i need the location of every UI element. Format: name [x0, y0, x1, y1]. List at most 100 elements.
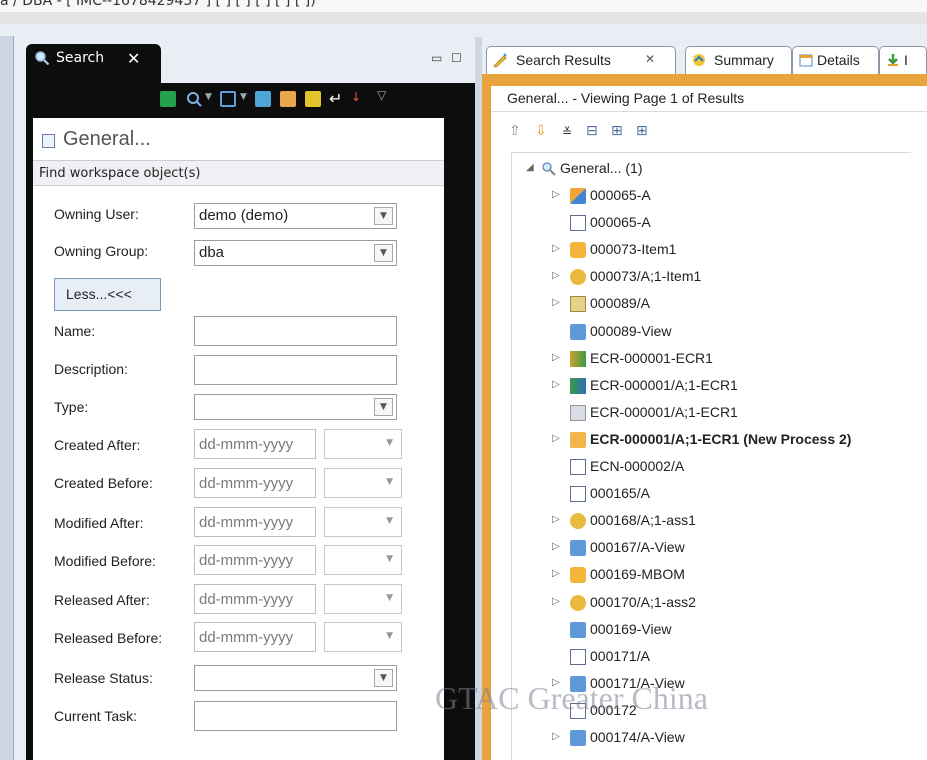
- close-icon[interactable]: ✕: [127, 49, 140, 68]
- refresh-icon[interactable]: [255, 91, 271, 107]
- modified-after-date-field[interactable]: dd-mmm-yyyy: [194, 507, 316, 537]
- modified-before-date-field[interactable]: dd-mmm-yyyy: [194, 545, 316, 575]
- expand-all-icon[interactable]: ⊞: [636, 123, 648, 139]
- view-menu-icon[interactable]: ▽: [377, 88, 386, 102]
- expand-arrow-icon[interactable]: ▷: [552, 677, 560, 688]
- maximize-icon[interactable]: ☐: [451, 51, 462, 65]
- released-before-placeholder: dd-mmm-yyyy: [199, 629, 294, 646]
- released-before-time-combo[interactable]: ▼: [324, 622, 402, 652]
- arrow-up-icon[interactable]: ⇧: [509, 123, 521, 139]
- expand-arrow-icon[interactable]: ▷: [552, 379, 560, 390]
- created-after-time-combo[interactable]: ▼: [324, 429, 402, 459]
- chevron-down-icon[interactable]: ▼: [374, 244, 393, 262]
- tree-item-label: 000073/A;1-Item1: [590, 268, 702, 285]
- chevron-down-icon[interactable]: ▼: [374, 398, 393, 416]
- tree-item[interactable]: ▷ 000171/A-View: [512, 672, 912, 696]
- created-before-time-combo[interactable]: ▼: [324, 468, 402, 498]
- expand-arrow-icon[interactable]: ▷: [552, 596, 560, 607]
- current-task-field[interactable]: [194, 701, 397, 731]
- released-after-time-combo[interactable]: ▼: [324, 584, 402, 614]
- modified-before-time-combo[interactable]: ▼: [324, 545, 402, 575]
- chevron-down-icon[interactable]: ▼: [386, 554, 393, 564]
- tree-item[interactable]: ▷ 000073/A;1-Item1: [512, 265, 912, 289]
- view-icon[interactable]: [220, 91, 236, 107]
- released-before-date-field[interactable]: dd-mmm-yyyy: [194, 622, 316, 652]
- execute-search-icon[interactable]: [160, 91, 176, 107]
- clear-icon[interactable]: [280, 91, 296, 107]
- expand-arrow-icon[interactable]: ▷: [552, 352, 560, 363]
- tree-item[interactable]: ECR-000001/A;1-ECR1: [512, 401, 912, 425]
- expand-arrow-icon[interactable]: ▷: [552, 568, 560, 579]
- tree-item[interactable]: ▷ 000168/A;1-ass1: [512, 509, 912, 533]
- tree-item[interactable]: ECN-000002/A: [512, 455, 912, 479]
- arrow-down-icon[interactable]: ⇩: [535, 123, 547, 139]
- tab-search-results[interactable]: Search Results ✕: [486, 46, 676, 75]
- tree-item[interactable]: ▷ ECR-000001-ECR1: [512, 347, 912, 371]
- expand-arrow-icon[interactable]: ▷: [552, 541, 560, 552]
- collapse-arrow-icon[interactable]: ◢: [526, 162, 534, 173]
- enter-icon[interactable]: ↵: [329, 89, 345, 108]
- expand-arrow-icon[interactable]: ▷: [552, 297, 560, 308]
- tree-item[interactable]: 000171/A: [512, 645, 912, 669]
- close-icon[interactable]: ✕: [645, 52, 655, 66]
- expand-arrow-icon[interactable]: ▷: [552, 433, 560, 444]
- expand-arrow-icon[interactable]: ▷: [552, 189, 560, 200]
- tree-item[interactable]: ▷ 000065-A: [512, 184, 912, 208]
- chevron-down-icon[interactable]: ▼: [386, 477, 393, 487]
- tree-item[interactable]: ▷ ECR-000001/A;1-ECR1: [512, 374, 912, 398]
- expand-arrow-icon[interactable]: ▷: [552, 514, 560, 525]
- minimize-icon[interactable]: ▭: [431, 51, 442, 65]
- collapse-icon[interactable]: ≚: [562, 125, 572, 139]
- sort-icon[interactable]: ↓: [351, 90, 367, 106]
- owning-user-combo[interactable]: demo (demo) ▼: [194, 203, 397, 229]
- tree-item[interactable]: ▷ 000167/A-View: [512, 536, 912, 560]
- description-field[interactable]: [194, 355, 397, 385]
- tab-search[interactable]: Search ✕: [26, 44, 161, 88]
- chevron-down-icon[interactable]: ▼: [205, 92, 212, 102]
- chevron-down-icon[interactable]: ▼: [386, 516, 393, 526]
- modified-after-time-combo[interactable]: ▼: [324, 507, 402, 537]
- created-before-label: Created Before:: [54, 475, 153, 491]
- tree-item[interactable]: 000089-View: [512, 320, 912, 344]
- less-button[interactable]: Less...<<<: [54, 278, 161, 311]
- search-options-icon[interactable]: [186, 91, 202, 107]
- tree-item[interactable]: 000065-A: [512, 211, 912, 235]
- tree-item[interactable]: 000172: [512, 699, 912, 723]
- chevron-down-icon[interactable]: ▼: [374, 207, 393, 225]
- tree-item[interactable]: ▷ 000073-Item1: [512, 238, 912, 262]
- chevron-down-icon[interactable]: ▼: [386, 593, 393, 603]
- tab-impact[interactable]: I: [879, 46, 927, 75]
- tree-item[interactable]: 000169-View: [512, 618, 912, 642]
- chevron-down-icon[interactable]: ▼: [374, 669, 393, 687]
- collapse-all-icon[interactable]: ⊟: [586, 123, 598, 139]
- chevron-down-icon[interactable]: ▼: [386, 438, 393, 448]
- tree-item[interactable]: ▷ ECR-000001/A;1-ECR1 (New Process 2): [512, 428, 912, 452]
- tab-summary[interactable]: Summary: [685, 46, 792, 75]
- release-status-combo[interactable]: ▼: [194, 665, 397, 691]
- name-field[interactable]: [194, 316, 397, 346]
- tree-root-label: General... (1): [560, 160, 643, 176]
- tree-root[interactable]: ◢ General... (1): [512, 157, 912, 181]
- released-after-date-field[interactable]: dd-mmm-yyyy: [194, 584, 316, 614]
- tree-item[interactable]: 000165/A: [512, 482, 912, 506]
- expand-arrow-icon[interactable]: ▷: [552, 270, 560, 281]
- chevron-down-icon[interactable]: ▼: [240, 92, 247, 102]
- view-sash[interactable]: [475, 37, 482, 760]
- tree-item[interactable]: ▷ 000170/A;1-ass2: [512, 591, 912, 615]
- save-icon[interactable]: [305, 91, 321, 107]
- tree-item[interactable]: ▷ 000089/A: [512, 292, 912, 316]
- expand-arrow-icon[interactable]: ▷: [552, 243, 560, 254]
- chevron-down-icon[interactable]: ▼: [386, 631, 393, 641]
- tree-item[interactable]: ▷ 000174/A-View: [512, 726, 912, 750]
- created-after-date-field[interactable]: dd-mmm-yyyy: [194, 429, 316, 459]
- description-label: Description:: [54, 361, 128, 377]
- tab-details[interactable]: Details: [792, 46, 879, 75]
- created-before-date-field[interactable]: dd-mmm-yyyy: [194, 468, 316, 498]
- tree-item-label: 000172: [590, 701, 637, 718]
- expand-icon[interactable]: ⊞: [611, 123, 623, 139]
- type-combo[interactable]: ▼: [194, 394, 397, 420]
- expand-arrow-icon[interactable]: ▷: [552, 731, 560, 742]
- tree-item[interactable]: ▷ 000169-MBOM: [512, 563, 912, 587]
- owning-group-combo[interactable]: dba ▼: [194, 240, 397, 266]
- search-icon: [35, 51, 50, 66]
